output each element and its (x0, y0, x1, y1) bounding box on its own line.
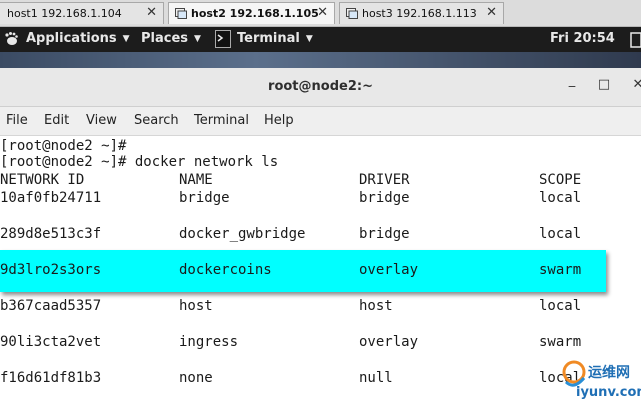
menu-search[interactable]: Search (134, 113, 179, 128)
close-icon[interactable]: ✕ (146, 5, 157, 20)
svg-text:运维网: 运维网 (588, 364, 630, 381)
desktop-background (0, 52, 641, 68)
cell-scope: local (539, 226, 582, 242)
places-menu[interactable]: Places ▼ (141, 31, 201, 46)
cell-driver: host (359, 298, 393, 314)
cell-scope: swarm (539, 334, 582, 350)
cell-name: host (179, 298, 213, 314)
system-tray-icon[interactable] (630, 32, 641, 48)
header-scope: SCOPE (539, 172, 582, 188)
vm-icon (175, 8, 187, 19)
tab-strip: host1 192.168.1.104 ✕ host2 192.168.1.10… (0, 0, 641, 27)
menu-terminal[interactable]: Terminal (194, 113, 249, 128)
cell-driver: bridge (359, 190, 410, 206)
window-title: root@node2:~ (268, 79, 373, 94)
cell-scope: local (539, 190, 582, 206)
menu-help[interactable]: Help (264, 113, 294, 128)
vm-icon (346, 8, 358, 19)
header-driver: DRIVER (359, 172, 410, 188)
cell-name: docker_gwbridge (179, 226, 306, 242)
tab-host2[interactable]: host2 192.168.1.105 ✕ (168, 2, 335, 24)
top-bar: Applications ▼ Places ▼ Terminal ▼ Fri 20:5… (0, 27, 641, 52)
cell-network-id: 289d8e513c3f (0, 226, 102, 242)
cell-driver: bridge (359, 226, 410, 242)
cell-network-id: f16d61df81b3 (0, 370, 102, 386)
maximize-button[interactable]: □ (594, 77, 614, 95)
svg-text:iyunv.com: iyunv.com (576, 385, 641, 400)
menu-file[interactable]: File (6, 113, 28, 128)
tab-host3[interactable]: host3 192.168.1.113 ✕ (339, 2, 504, 24)
header-name: NAME (179, 172, 213, 188)
cell-name: none (179, 370, 213, 386)
caret-down-icon: ▼ (122, 34, 130, 44)
cell-name: dockercoins (179, 262, 272, 278)
terminal-output[interactable]: [root@node2 ~]# [root@node2 ~]# docker n… (0, 136, 641, 402)
close-button[interactable]: ✕ (628, 77, 641, 95)
cell-name: bridge (179, 190, 230, 206)
close-icon[interactable]: ✕ (317, 5, 328, 20)
tab-host1[interactable]: host1 192.168.1.104 ✕ (0, 2, 164, 24)
window-titlebar[interactable]: root@node2:~ _ □ ✕ (0, 68, 641, 107)
cell-name: ingress (179, 334, 239, 350)
header-network-id: NETWORK ID (0, 172, 85, 188)
menu-view[interactable]: View (86, 113, 117, 128)
menu-bar: File Edit View Search Terminal Help (0, 107, 641, 136)
prompt-line: [root@node2 ~]# (0, 138, 127, 154)
cell-scope: swarm (539, 262, 582, 278)
tab-label: host1 192.168.1.104 (7, 7, 122, 20)
close-icon[interactable]: ✕ (486, 5, 497, 20)
tab-label: host3 192.168.1.113 (362, 7, 477, 20)
menu-edit[interactable]: Edit (44, 113, 69, 128)
terminal-app-menu[interactable]: Terminal ▼ (237, 31, 313, 46)
cell-driver: null (359, 370, 393, 386)
cell-scope: local (539, 298, 582, 314)
cell-network-id: 90li3cta2vet (0, 334, 102, 350)
minimize-button[interactable]: _ (562, 73, 582, 91)
terminal-app-icon (215, 30, 231, 48)
cell-driver: overlay (359, 262, 419, 278)
watermark-logo: 运维网 iyunv.com (562, 360, 641, 400)
cell-network-id: 9d3lro2s3ors (0, 262, 102, 278)
caret-down-icon: ▼ (194, 34, 201, 44)
cell-driver: overlay (359, 334, 419, 350)
applications-menu[interactable]: Applications ▼ (26, 31, 130, 46)
gnome-foot-icon (5, 32, 18, 45)
clock[interactable]: Fri 20:54 (550, 31, 615, 46)
tab-label: host2 192.168.1.105 (191, 7, 319, 20)
cell-network-id: b367caad5357 (0, 298, 102, 314)
cell-network-id: 10af0fb24711 (0, 190, 102, 206)
caret-down-icon: ▼ (305, 34, 313, 44)
command-line: [root@node2 ~]# docker network ls (0, 154, 279, 170)
